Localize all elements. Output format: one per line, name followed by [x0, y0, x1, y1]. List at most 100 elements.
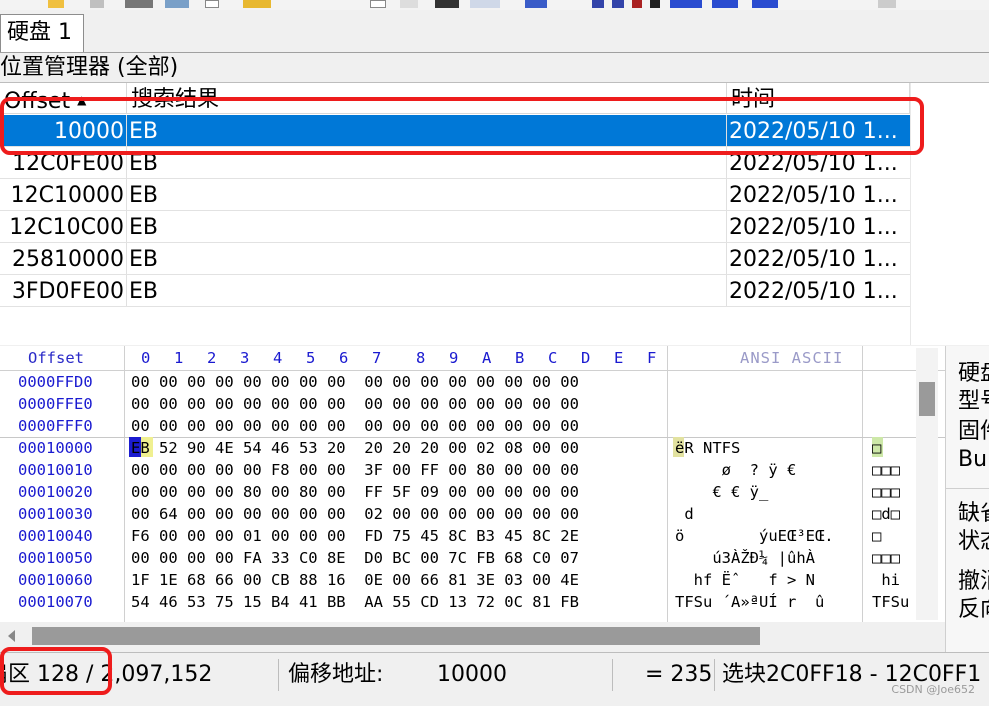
hex-row-offset: 0000FFF0 [18, 417, 93, 435]
hex-row[interactable]: 00010020 00 00 00 00 80 00 80 00 FF 5F 0… [0, 481, 945, 503]
hex-row-offset: 00010050 [18, 549, 93, 567]
side-panel-line: 硬盘 [958, 361, 989, 386]
horizontal-scroll-thumb[interactable] [32, 627, 760, 645]
hex-row-ansi[interactable]: ú3ÀŽÐ¼ |ûhÀ [675, 549, 815, 567]
tab-bar: 硬盘 1 [0, 10, 989, 53]
hex-col-header: 7 [372, 349, 382, 367]
hex-row-ansi[interactable]: ëR NTFS [675, 439, 740, 457]
side-panel-line: 状态 [958, 529, 989, 554]
hex-col-header: C [548, 349, 558, 367]
toolbar-icon[interactable] [670, 0, 702, 8]
hex-row[interactable]: 00010030 00 64 00 00 00 00 00 00 02 00 0… [0, 503, 945, 525]
toolbar-icon[interactable] [878, 0, 896, 8]
result-row[interactable]: 12C10C00 EB 2022/05/10 1... [0, 211, 910, 243]
hex-row-bytes[interactable]: 00 00 00 00 00 00 00 00 00 00 00 00 00 0… [131, 395, 579, 413]
toolbar-icon[interactable] [752, 0, 778, 8]
row-time: 2022/05/10 1... [729, 215, 898, 240]
toolbar-icon[interactable] [205, 0, 219, 8]
hex-horizontal-scrollbar[interactable] [0, 622, 945, 650]
toolbar-icon[interactable] [712, 0, 738, 8]
hex-row-extra: TFSu [872, 593, 910, 611]
hex-vertical-scrollbar[interactable] [916, 348, 938, 620]
hex-row-bytes[interactable]: 00 64 00 00 00 00 00 00 02 00 00 00 00 0… [131, 505, 579, 523]
hex-row-ansi[interactable]: € € ÿ_ [675, 483, 768, 501]
hex-row-bytes[interactable]: 00 00 00 00 00 00 00 00 00 00 00 00 00 0… [131, 373, 579, 391]
hex-row-bytes[interactable]: EB 52 90 4E 54 46 53 20 20 20 20 00 02 0… [131, 439, 579, 457]
hex-row-bytes[interactable]: 54 46 53 75 15 B4 41 BB AA 55 CD 13 72 0… [131, 593, 579, 611]
row-result: EB [127, 179, 727, 210]
hex-row-ansi[interactable]: TFSu ´A»ªUÍ r û [675, 593, 824, 611]
hex-col-header: A [482, 349, 492, 367]
row-result: EB [127, 275, 727, 306]
toolbar-icon[interactable] [525, 0, 547, 8]
toolbar-icon[interactable] [370, 0, 386, 8]
toolbar-icon[interactable] [650, 0, 660, 8]
hex-row-ansi[interactable]: d [675, 505, 693, 523]
hex-row-bytes[interactable]: 00 00 00 00 00 F8 00 00 3F 00 FF 00 80 0… [131, 461, 579, 479]
hex-row-ansi[interactable]: ö ýuEŒ³EŒ. [675, 527, 834, 545]
status-separator [612, 659, 613, 691]
toolbar-icon[interactable] [400, 0, 418, 8]
side-panel-line: 缺省 [958, 501, 989, 526]
hex-row-bytes[interactable]: 00 00 00 00 FA 33 C0 8E D0 BC 00 7C FB 6… [131, 549, 579, 567]
hex-row-bytes[interactable]: 00 00 00 00 00 00 00 00 00 00 00 00 00 0… [131, 417, 579, 435]
hex-row-extra: □□□ [872, 483, 900, 501]
hex-row-bytes[interactable]: F6 00 00 00 01 00 00 00 FD 75 45 8C B3 4… [131, 527, 579, 545]
side-panel-divider [946, 488, 989, 489]
hex-row-extra: hi [872, 571, 900, 589]
hex-row-offset: 0000FFE0 [18, 395, 93, 413]
hex-row[interactable]: 0000FFD0 00 00 00 00 00 00 00 00 00 00 0… [0, 371, 945, 393]
side-panel-line: Bu [958, 447, 988, 472]
hex-editor[interactable]: Offset 0 1 2 3 4 5 6 7 8 9 A B C D E F A… [0, 346, 945, 622]
hex-row-offset: 0000FFD0 [18, 373, 93, 391]
hex-row-offset: 00010060 [18, 571, 93, 589]
row-offset: 12C10C00 [0, 211, 127, 242]
toolbar-icon[interactable] [165, 0, 189, 8]
hex-row-extra: □ [872, 527, 882, 545]
status-byte-value: = 235 [645, 662, 713, 687]
status-offset-label: 偏移地址: [288, 662, 384, 687]
hex-row-extra: □d□ [872, 505, 900, 523]
hex-row[interactable]: 00010070 54 46 53 75 15 B4 41 BB AA 55 C… [0, 591, 945, 613]
side-panel-line: 反向 [958, 597, 989, 622]
hex-col-header: 1 [174, 349, 184, 367]
hex-row-offset: 00010070 [18, 593, 93, 611]
hex-row-offset: 00010040 [18, 527, 93, 545]
hex-header: Offset 0 1 2 3 4 5 6 7 8 9 A B C D E F A… [0, 346, 945, 371]
hex-row[interactable]: 00010060 1F 1E 68 66 00 CB 88 16 0E 00 6… [0, 569, 945, 591]
row-time: 2022/05/10 1... [729, 279, 898, 304]
toolbar-icon[interactable] [632, 0, 642, 8]
tab-disk-1[interactable]: 硬盘 1 [0, 14, 84, 52]
hex-row[interactable]: 0000FFF0 00 00 00 00 00 00 00 00 00 00 0… [0, 415, 945, 437]
hex-col-header: B [515, 349, 525, 367]
row-offset: 25810000 [0, 243, 127, 274]
toolbar-icon[interactable] [435, 0, 459, 8]
position-manager-title: 位置管理器 (全部) [0, 55, 179, 80]
toolbar-icon[interactable] [592, 0, 604, 8]
toolbar-icon[interactable] [612, 0, 624, 8]
scroll-left-arrow-icon[interactable] [8, 630, 15, 642]
row-result: EB [127, 243, 727, 274]
toolbar-icon[interactable] [90, 0, 104, 8]
toolbar-icon[interactable] [125, 0, 153, 8]
result-row[interactable]: 12C10000 EB 2022/05/10 1... [0, 179, 910, 211]
hex-row-ansi[interactable]: ø ? ÿ € [675, 461, 797, 479]
hex-row-bytes[interactable]: 00 00 00 00 80 00 80 00 FF 5F 09 00 00 0… [131, 483, 579, 501]
hex-row-extra: □□□ [872, 461, 900, 479]
hex-row[interactable]: 00010050 00 00 00 00 FA 33 C0 8E D0 BC 0… [0, 547, 945, 569]
toolbar-icon[interactable] [470, 0, 500, 8]
hex-row-bytes[interactable]: 1F 1E 68 66 00 CB 88 16 0E 00 66 81 3E 0… [131, 571, 579, 589]
hex-row[interactable]: 00010010 00 00 00 00 00 F8 00 00 3F 00 F… [0, 459, 945, 481]
hex-col-header: 4 [273, 349, 283, 367]
toolbar [0, 0, 989, 10]
result-row[interactable]: 3FD0FE00 EB 2022/05/10 1... [0, 275, 910, 307]
hex-col-header: 2 [207, 349, 217, 367]
toolbar-icon[interactable] [243, 0, 271, 8]
vertical-scroll-thumb[interactable] [919, 382, 935, 416]
result-row[interactable]: 25810000 EB 2022/05/10 1... [0, 243, 910, 275]
hex-row-ansi[interactable]: hf Ëˆ f > N [675, 571, 815, 589]
hex-row-current[interactable]: 00010000 EB 52 90 4E 54 46 53 20 20 20 2… [0, 437, 945, 459]
toolbar-icon[interactable] [48, 0, 64, 8]
hex-row[interactable]: 00010040 F6 00 00 00 01 00 00 00 FD 75 4… [0, 525, 945, 547]
hex-row[interactable]: 0000FFE0 00 00 00 00 00 00 00 00 00 00 0… [0, 393, 945, 415]
